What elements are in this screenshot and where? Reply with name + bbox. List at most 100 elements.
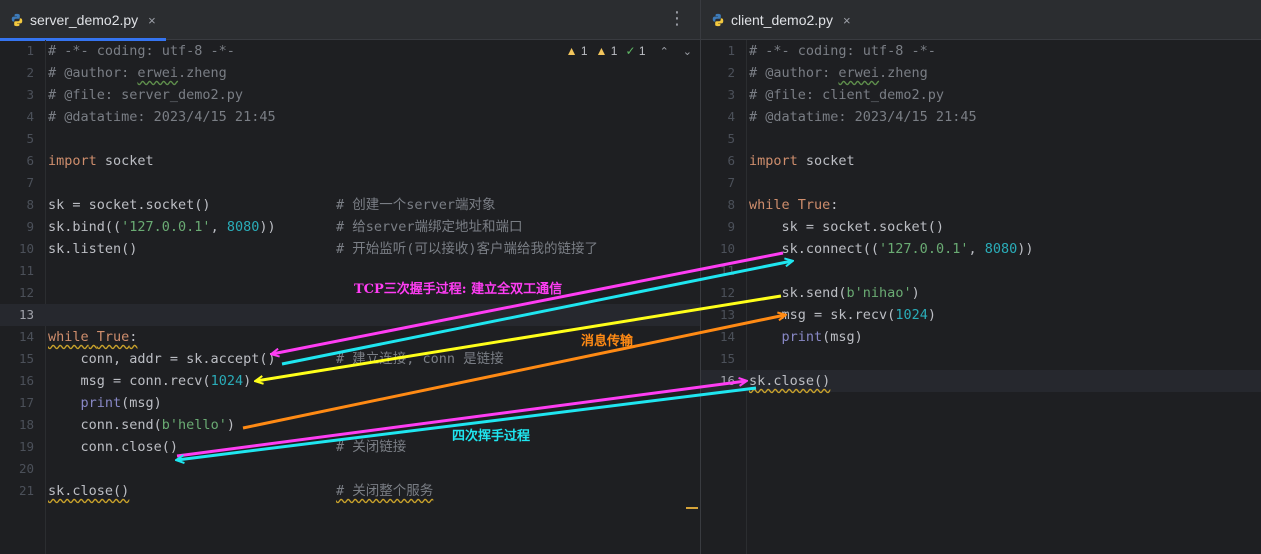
tab-client-demo2[interactable]: client_demo2.py × bbox=[701, 0, 861, 40]
inspection-widget[interactable]: ▲ 1 ▲ 1 ✓ 1 ⌃ ⌄ bbox=[566, 44, 692, 58]
code-line[interactable]: 13 bbox=[0, 304, 700, 326]
code-line[interactable]: 16 msg = conn.recv(1024) bbox=[0, 370, 700, 392]
code-text: sk.bind(('127.0.0.1', 8080)) bbox=[48, 219, 276, 235]
code-line[interactable]: 2 # @author: erwei.zheng bbox=[701, 62, 1261, 84]
code-line[interactable]: 7 bbox=[0, 172, 700, 194]
code-text: # @file: server_demo2.py bbox=[48, 87, 244, 103]
next-highlight-icon[interactable]: ⌄ bbox=[683, 45, 692, 58]
code-text: import socket bbox=[749, 153, 855, 169]
close-tab-icon[interactable]: × bbox=[148, 13, 156, 28]
tab-server-demo2[interactable]: server_demo2.py × bbox=[0, 0, 166, 41]
code-text: # -*- coding: utf-8 -*- bbox=[48, 43, 235, 59]
line-number: 20 bbox=[18, 461, 34, 476]
python-file-icon bbox=[11, 13, 23, 27]
inline-comment: # 给server端绑定地址和端口 bbox=[336, 219, 523, 235]
code-line[interactable]: 3 # @file: server_demo2.py bbox=[0, 84, 700, 106]
code-line[interactable]: 7 bbox=[701, 172, 1261, 194]
line-number: 1 bbox=[26, 43, 34, 58]
code-line[interactable]: 12 bbox=[0, 282, 700, 304]
line-number: 1 bbox=[727, 43, 735, 58]
code-text: # @author: erwei.zheng bbox=[749, 65, 928, 81]
code-text: # -*- coding: utf-8 -*- bbox=[749, 43, 936, 59]
line-number: 6 bbox=[26, 153, 34, 168]
inline-comment: # 建立连接, conn 是链接 bbox=[336, 351, 504, 367]
python-file-icon bbox=[712, 13, 724, 27]
code-text: # @author: erwei.zheng bbox=[48, 65, 227, 81]
scrollbar-warning-marker[interactable] bbox=[686, 507, 698, 509]
code-line[interactable]: 20 bbox=[0, 458, 700, 480]
code-line[interactable]: 1 # -*- coding: utf-8 -*- bbox=[701, 40, 1261, 62]
tab-label: server_demo2.py bbox=[30, 12, 139, 28]
code-text: while True: bbox=[48, 329, 138, 345]
line-number: 2 bbox=[727, 65, 735, 80]
code-line[interactable]: 10 sk.connect(('127.0.0.1', 8080)) bbox=[701, 238, 1261, 260]
inline-comment: # 开始监听(可以接收)客户端给我的链接了 bbox=[336, 241, 599, 257]
code-text: sk.send(b'nihao') bbox=[749, 285, 920, 301]
code-text: conn.close() bbox=[48, 439, 179, 455]
code-text: sk.connect(('127.0.0.1', 8080)) bbox=[749, 241, 1034, 257]
line-number: 12 bbox=[719, 285, 735, 300]
code-line[interactable]: 9 sk.bind(('127.0.0.1', 8080)) # 给server端绑… bbox=[0, 216, 700, 238]
line-number: 8 bbox=[727, 197, 735, 212]
weak-warning-count[interactable]: ▲ 1 bbox=[596, 44, 618, 58]
code-editor-server[interactable]: 1 # -*- coding: utf-8 -*- 2 # @author: erwe… bbox=[0, 40, 700, 554]
code-text: sk.listen() bbox=[48, 241, 138, 257]
code-line[interactable]: 2 # @author: erwei.zheng bbox=[0, 62, 700, 84]
code-line[interactable]: 9 sk = socket.socket() bbox=[701, 216, 1261, 238]
line-number: 6 bbox=[727, 153, 735, 168]
code-text: # @datatime: 2023/4/15 21:45 bbox=[749, 109, 977, 125]
code-line[interactable]: 11 bbox=[0, 260, 700, 282]
code-line[interactable]: 19 conn.close() # 关闭链接 bbox=[0, 436, 700, 458]
line-number: 15 bbox=[719, 351, 735, 366]
code-text: sk.close() bbox=[48, 483, 130, 499]
line-number: 14 bbox=[719, 329, 735, 344]
code-line[interactable]: 15 bbox=[701, 348, 1261, 370]
code-line[interactable]: 6 import socket bbox=[701, 150, 1261, 172]
code-line[interactable]: 12 sk.send(b'nihao') bbox=[701, 282, 1261, 304]
editor-pane-server: server_demo2.py × ⋮ 1 # -*- coding: utf-8… bbox=[0, 0, 700, 554]
inline-comment: # 关闭链接 bbox=[336, 439, 407, 455]
line-number: 7 bbox=[26, 175, 34, 190]
close-tab-icon[interactable]: × bbox=[843, 13, 851, 28]
code-text: print(msg) bbox=[781, 329, 863, 345]
line-number: 12 bbox=[18, 285, 34, 300]
line-number: 19 bbox=[18, 439, 34, 454]
typo-count[interactable]: ✓ 1 bbox=[625, 44, 645, 58]
line-number: 2 bbox=[26, 65, 34, 80]
code-text: # @file: client_demo2.py bbox=[749, 87, 945, 103]
code-line[interactable]: 15 conn, addr = sk.accept() # 建立连接, conn … bbox=[0, 348, 700, 370]
line-number: 13 bbox=[18, 307, 34, 322]
code-editor-client[interactable]: 1 # -*- coding: utf-8 -*- 2 # @author: erwe… bbox=[701, 40, 1261, 554]
weak-warning-icon: ▲ bbox=[595, 44, 608, 58]
line-number: 8 bbox=[26, 197, 34, 212]
code-line[interactable]: 4 # @datatime: 2023/4/15 21:45 bbox=[0, 106, 700, 128]
inline-comment: # 创建一个server端对象 bbox=[336, 197, 496, 213]
transfer-label: 消息传输 bbox=[581, 334, 634, 349]
inline-comment: # 关闭整个服务 bbox=[336, 483, 434, 499]
code-line[interactable]: 17 print(msg) bbox=[0, 392, 700, 414]
previous-highlight-icon[interactable]: ⌃ bbox=[660, 45, 669, 58]
code-text: msg = conn.recv(1024) bbox=[48, 373, 252, 389]
code-line[interactable]: 3 # @file: client_demo2.py bbox=[701, 84, 1261, 106]
code-line[interactable]: 13 msg = sk.recv(1024) bbox=[701, 304, 1261, 326]
code-line[interactable]: 10 sk.listen() # 开始监听(可以接收)客户端给我的链接了 bbox=[0, 238, 700, 260]
code-line[interactable]: 16 sk.close() bbox=[701, 370, 1261, 392]
code-line[interactable]: 14 print(msg) bbox=[701, 326, 1261, 348]
code-text: sk = socket.socket() bbox=[749, 219, 945, 235]
warning-count[interactable]: ▲ 1 bbox=[566, 44, 588, 58]
code-line[interactable]: 4 # @datatime: 2023/4/15 21:45 bbox=[701, 106, 1261, 128]
line-number: 14 bbox=[18, 329, 34, 344]
code-line[interactable]: 8 while True: bbox=[701, 194, 1261, 216]
code-line[interactable]: 5 bbox=[701, 128, 1261, 150]
code-line[interactable]: 21 sk.close() # 关闭整个服务 bbox=[0, 480, 700, 502]
line-number: 4 bbox=[26, 109, 34, 124]
typo-check-icon: ✓ bbox=[625, 44, 636, 58]
code-line[interactable]: 5 bbox=[0, 128, 700, 150]
code-line[interactable]: 6 import socket bbox=[0, 150, 700, 172]
more-options-icon[interactable]: ⋮ bbox=[668, 8, 686, 29]
code-line[interactable]: 11 bbox=[701, 260, 1261, 282]
code-line[interactable]: 8 sk = socket.socket() # 创建一个server端对象 bbox=[0, 194, 700, 216]
line-number: 5 bbox=[727, 131, 735, 146]
wave-label: 四次挥手过程 bbox=[452, 429, 531, 444]
code-line[interactable]: 18 conn.send(b'hello') bbox=[0, 414, 700, 436]
